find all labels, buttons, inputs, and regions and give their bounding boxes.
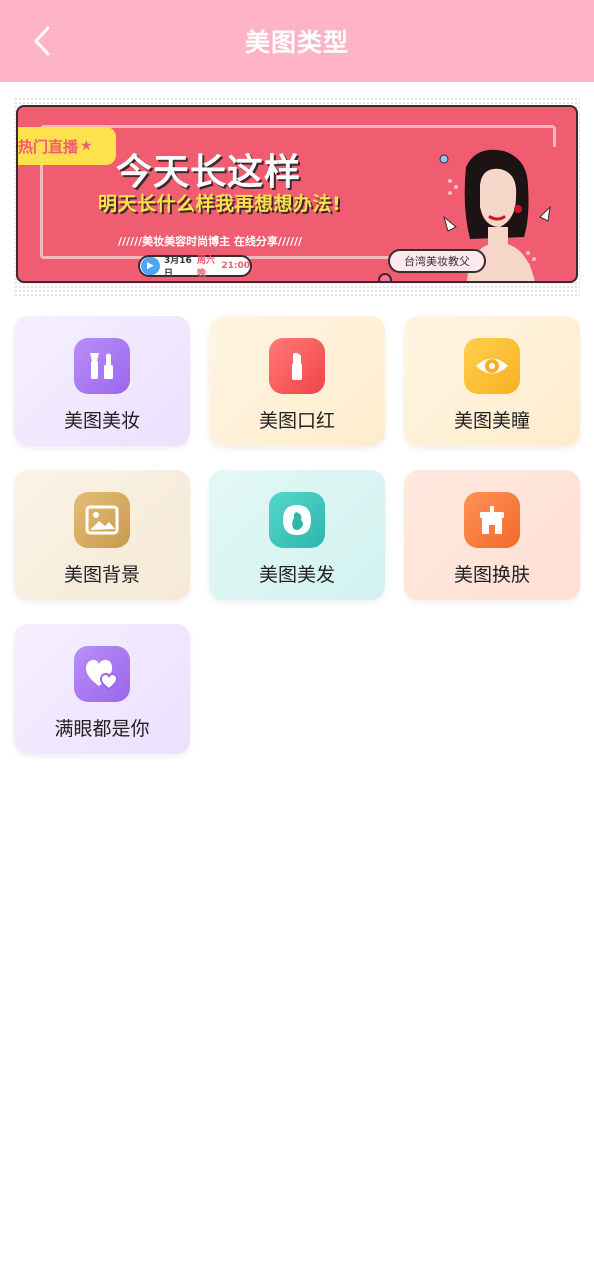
category-card-lipstick[interactable]: 美图口红 [209, 316, 385, 446]
hair-icon [269, 492, 325, 548]
banner-indicator-dot[interactable] [378, 273, 392, 281]
host-name: 台湾美妆教父 [388, 249, 486, 273]
hot-live-label: 热门直播 [18, 137, 79, 156]
banner-area: 热门直播 ★ 今天长这样 明天长什么样我再想想办法! //////美妆美容时尚博… [14, 97, 580, 297]
star-icon: ★ [80, 138, 93, 154]
category-label: 美图换肤 [453, 564, 530, 586]
cosmetics-icon [74, 338, 130, 394]
back-icon[interactable] [26, 22, 62, 60]
category-label: 美图美妆 [63, 410, 140, 432]
banner-info-line: //////美妆美容时尚博主 在线分享////// [118, 235, 303, 248]
lipstick-icon [269, 338, 325, 394]
image-icon [74, 492, 130, 548]
schedule-date: 3月16日 [163, 256, 192, 279]
eye-icon [464, 338, 520, 394]
page-title: 美图类型 [244, 28, 349, 57]
live-banner[interactable]: 热门直播 ★ 今天长这样 明天长什么样我再想想办法! //////美妆美容时尚博… [16, 105, 578, 283]
category-label: 美图口红 [258, 410, 335, 432]
hearts-icon [74, 646, 130, 702]
banner-headline: 今天长这样 [116, 152, 302, 193]
category-card-makeup[interactable]: 美图美妆 [14, 316, 190, 446]
category-card-love[interactable]: 满眼都是你 [14, 624, 190, 754]
category-label: 美图背景 [63, 564, 140, 586]
schedule-weekday: 周六晚 [197, 256, 216, 279]
category-label: 满眼都是你 [54, 718, 150, 740]
hot-live-tag: 热门直播 ★ [18, 127, 116, 165]
category-card-contacts[interactable]: 美图美瞳 [404, 316, 580, 446]
category-card-skin[interactable]: 美图换肤 [404, 470, 580, 600]
skin-icon [464, 492, 520, 548]
top-bar: 美图类型 [0, 0, 594, 82]
category-card-hair[interactable]: 美图美发 [209, 470, 385, 600]
schedule-pill: ▶ 3月16日 周六晚 21:00 [138, 255, 252, 279]
category-label: 美图美瞳 [453, 410, 530, 432]
category-label: 美图美发 [258, 564, 335, 586]
schedule-time: 21:00 [221, 261, 250, 271]
category-card-background[interactable]: 美图背景 [14, 470, 190, 600]
banner-subline: 明天长什么样我再想想办法! [98, 193, 342, 215]
play-icon: ▶ [141, 257, 160, 275]
